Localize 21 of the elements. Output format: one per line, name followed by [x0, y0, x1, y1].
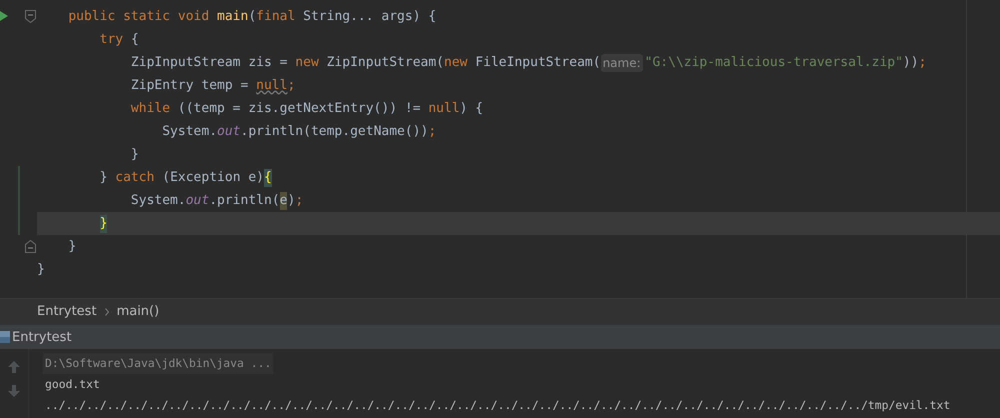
code-line: ZipEntry temp = null;: [130, 76, 296, 94]
console-line: good.txt: [44, 376, 101, 393]
code-line: try {: [98, 30, 140, 48]
fold-icon[interactable]: [25, 240, 36, 253]
chevron-icon: [104, 308, 109, 316]
breadcrumb-item[interactable]: Entrytest: [37, 304, 97, 319]
code-line: }: [67, 238, 78, 256]
console-line: ../../../../../../../../../../../../../../../../../../../../../../../../../../../../../../../../../../../../../../../../tmp/evil.txt: [44, 397, 952, 414]
code-line: System.out.println(temp.getName());: [161, 122, 438, 140]
fold-icon[interactable]: [25, 10, 36, 23]
code-line: }: [37, 260, 46, 278]
code-line: ZipInputStream zis = new ZipInputStream(new FileInputStream(name: "G:\\zip-malicious-traversal.zip"));: [130, 52, 928, 74]
code-line: } catch (Exception e){: [98, 168, 273, 188]
breadcrumb-item[interactable]: main(): [116, 304, 160, 319]
code-line: while ((temp = zis.getNextEntry()) != null) {: [130, 100, 484, 118]
code-line: }: [130, 146, 140, 164]
run-panel-title[interactable]: Entrytest: [12, 330, 72, 344]
console-icon: [0, 331, 10, 343]
run-icon[interactable]: [0, 11, 8, 21]
code-line: public static void main(final String... args) {: [67, 8, 438, 26]
code-line: System.out.println(e);: [130, 190, 304, 212]
